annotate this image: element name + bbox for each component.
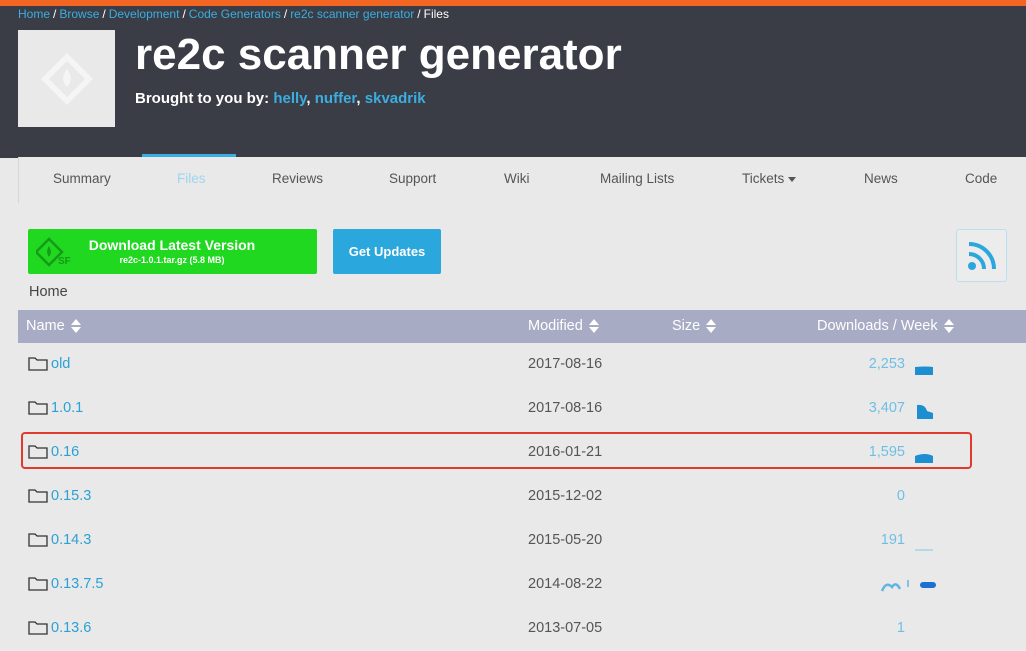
tab-files[interactable]: Files	[177, 171, 206, 186]
column-header-modified[interactable]: Modified	[528, 318, 599, 334]
svg-text:SF: SF	[58, 256, 71, 267]
folder-link[interactable]: 0.13.7.5	[51, 576, 103, 592]
folder-link[interactable]: 0.15.3	[51, 488, 91, 504]
sourceforge-download-icon: SF	[36, 237, 71, 267]
project-title: re2c scanner generator	[135, 30, 622, 79]
downloads-sparkline	[915, 454, 933, 463]
column-header-size[interactable]: Size	[672, 318, 717, 334]
downloads-count[interactable]: 3,407	[869, 400, 905, 416]
folder-icon	[28, 577, 48, 591]
column-header-name[interactable]: Name	[26, 318, 81, 334]
author-link-helly[interactable]: helly	[273, 90, 306, 107]
current-folder-label: Home	[29, 284, 68, 300]
folder-link[interactable]: 0.13.6	[51, 620, 91, 636]
downloads-count[interactable]: 1	[897, 620, 905, 636]
breadcrumb-project[interactable]: re2c scanner generator	[290, 7, 414, 21]
get-updates-button[interactable]: Get Updates	[333, 229, 441, 274]
modified-date: 2014-08-22	[528, 576, 603, 592]
downloads-sparkline	[915, 549, 933, 551]
column-header-downloads[interactable]: Downloads / Week	[817, 318, 954, 334]
modified-date: 2017-08-16	[528, 356, 603, 372]
author-link-nuffer[interactable]: nuffer	[315, 90, 357, 107]
sort-icon	[588, 319, 599, 333]
breadcrumb-browse[interactable]: Browse	[59, 7, 99, 21]
downloads-count[interactable]: 0	[897, 488, 905, 504]
table-row: old 2017-08-16 2,253	[18, 343, 1026, 387]
tab-wiki[interactable]: Wiki	[504, 171, 530, 186]
tab-reviews[interactable]: Reviews	[272, 171, 323, 186]
column-size-label: Size	[672, 318, 701, 334]
breadcrumb-code-generators[interactable]: Code Generators	[189, 7, 281, 21]
download-label: Download Latest Version	[88, 237, 256, 253]
tab-code[interactable]: Code	[965, 171, 997, 186]
folder-link[interactable]: 0.14.3	[51, 532, 91, 548]
breadcrumb: Home / Browse / Development / Code Generators /…	[18, 7, 449, 21]
table-row: 1.0.1 2017-08-16 3,407	[18, 387, 1026, 431]
downloads-sparkline	[917, 404, 933, 419]
breadcrumb-sep: /	[102, 7, 106, 21]
folder-link[interactable]: 1.0.1	[51, 400, 83, 416]
rss-feed-button[interactable]	[956, 229, 1007, 282]
breadcrumb-sep: /	[417, 7, 421, 21]
tab-tickets[interactable]: Tickets	[742, 171, 797, 186]
caret-down-icon	[788, 176, 797, 182]
author-link-skvadrik[interactable]: skvadrik	[365, 90, 426, 107]
downloads-sparkline	[880, 580, 936, 592]
tab-tickets-label: Tickets	[742, 171, 785, 186]
tab-news[interactable]: News	[864, 171, 898, 186]
download-filename: re2c-1.0.1.tar.gz (5.8 MB)	[119, 255, 225, 265]
downloads-sparkline	[915, 366, 933, 375]
sort-icon	[943, 319, 954, 333]
modified-date: 2013-07-05	[528, 620, 603, 636]
tab-support[interactable]: Support	[389, 171, 436, 186]
files-table-header: Name Modified Size Downloads / Week	[18, 310, 1026, 343]
folder-icon	[28, 489, 48, 503]
table-row: 0.13.7.5 2014-08-22	[18, 563, 1026, 607]
modified-date: 2016-01-21	[528, 444, 603, 460]
sourceforge-logo-icon	[40, 52, 93, 105]
breadcrumb-sep: /	[182, 7, 186, 21]
downloads-count[interactable]: 2,253	[869, 356, 905, 372]
download-latest-button[interactable]: SF Download Latest Version re2c-1.0.1.ta…	[28, 229, 317, 274]
tab-mailing-lists[interactable]: Mailing Lists	[600, 171, 674, 186]
folder-link[interactable]: old	[51, 356, 70, 372]
downloads-count[interactable]: 1,595	[869, 444, 905, 460]
column-downloads-label: Downloads / Week	[817, 318, 938, 334]
project-logo	[18, 30, 115, 127]
sort-icon	[706, 319, 717, 333]
modified-date: 2015-05-20	[528, 532, 603, 548]
author-sep: ,	[356, 90, 365, 107]
sort-icon	[70, 319, 81, 333]
column-modified-label: Modified	[528, 318, 583, 334]
folder-icon	[28, 401, 48, 415]
folder-link[interactable]: 0.16	[51, 444, 79, 460]
project-nav: Summary Files Reviews Support Wiki Maili…	[18, 157, 1026, 203]
author-sep: ,	[306, 90, 315, 107]
folder-icon	[28, 445, 48, 459]
breadcrumb-current: Files	[423, 7, 449, 21]
column-name-label: Name	[26, 318, 65, 334]
tab-summary[interactable]: Summary	[53, 171, 111, 186]
breadcrumb-development[interactable]: Development	[109, 7, 180, 21]
folder-icon	[28, 357, 48, 371]
downloads-count[interactable]: 191	[881, 532, 905, 548]
table-row-highlighted: 0.16 2016-01-21 1,595	[18, 431, 1026, 475]
brought-by-label: Brought to you by:	[135, 90, 270, 107]
table-row: 0.13.6 2013-07-05 1	[18, 607, 1026, 651]
rss-icon	[967, 241, 996, 270]
folder-icon	[28, 621, 48, 635]
breadcrumb-home[interactable]: Home	[18, 7, 50, 21]
modified-date: 2015-12-02	[528, 488, 603, 504]
breadcrumb-sep: /	[283, 7, 288, 21]
folder-icon	[28, 533, 48, 547]
brought-to-you-by: Brought to you by: helly, nuffer, skvadr…	[135, 90, 426, 107]
table-row: 0.14.3 2015-05-20 191	[18, 519, 1026, 563]
modified-date: 2017-08-16	[528, 400, 603, 416]
table-row: 0.15.3 2015-12-02 0	[18, 475, 1026, 519]
breadcrumb-sep: /	[53, 7, 57, 21]
top-accent-stripe	[0, 0, 1026, 6]
